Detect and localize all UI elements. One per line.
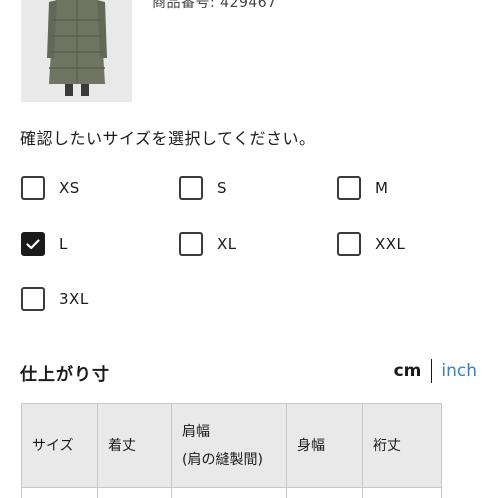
checkbox[interactable] — [21, 176, 45, 200]
table-cell — [97, 487, 172, 498]
checkbox-checked[interactable] — [21, 232, 45, 256]
measurements-title: 仕上がり寸 — [20, 365, 110, 385]
table-header-row: サイズ 着丈 肩幅 (肩の縫製間) 身幅 裄丈 — [21, 403, 442, 488]
table-cell — [171, 487, 287, 498]
column-header-chest: 身幅 — [286, 403, 363, 488]
checkbox[interactable] — [337, 232, 361, 256]
unit-inch-link[interactable]: inch — [441, 361, 477, 381]
size-label: M — [375, 179, 389, 197]
unit-toggle: cm inch — [394, 358, 477, 384]
checkbox[interactable] — [21, 287, 45, 311]
measurements-table: サイズ 着丈 肩幅 (肩の縫製間) 身幅 裄丈 — [21, 403, 442, 498]
size-option-xs[interactable]: XS — [21, 175, 80, 201]
size-option-l[interactable]: L — [21, 231, 68, 257]
check-icon — [26, 238, 40, 249]
unit-cm-button[interactable]: cm — [394, 361, 422, 381]
size-select-prompt: 確認したいサイズを選択してください。 — [20, 129, 316, 148]
table-row — [21, 487, 442, 498]
size-label: S — [217, 179, 228, 197]
checkbox[interactable] — [337, 176, 361, 200]
unit-divider — [431, 359, 433, 383]
table-cell — [286, 487, 363, 498]
size-label: XS — [59, 179, 80, 197]
size-label: XL — [217, 235, 237, 253]
size-option-s[interactable]: S — [179, 175, 227, 201]
column-header-size: サイズ — [21, 403, 98, 488]
size-option-3xl[interactable]: 3XL — [21, 286, 89, 312]
size-label: L — [59, 235, 68, 253]
size-label: 3XL — [59, 290, 89, 308]
product-thumbnail[interactable] — [21, 0, 132, 102]
checkbox[interactable] — [179, 232, 203, 256]
column-header-length: 着丈 — [97, 403, 172, 488]
size-option-xl[interactable]: XL — [179, 231, 237, 257]
size-label: XXL — [375, 235, 406, 253]
table-cell — [21, 487, 98, 498]
checkbox[interactable] — [179, 176, 203, 200]
column-header-sleeve: 裄丈 — [362, 403, 442, 488]
column-header-shoulder: 肩幅 (肩の縫製間) — [171, 403, 287, 488]
size-option-xxl[interactable]: XXL — [337, 231, 405, 257]
size-option-m[interactable]: M — [337, 175, 388, 201]
table-cell — [362, 487, 442, 498]
product-code: 商品番号: 429467 — [152, 0, 277, 11]
coat-image — [21, 0, 132, 102]
